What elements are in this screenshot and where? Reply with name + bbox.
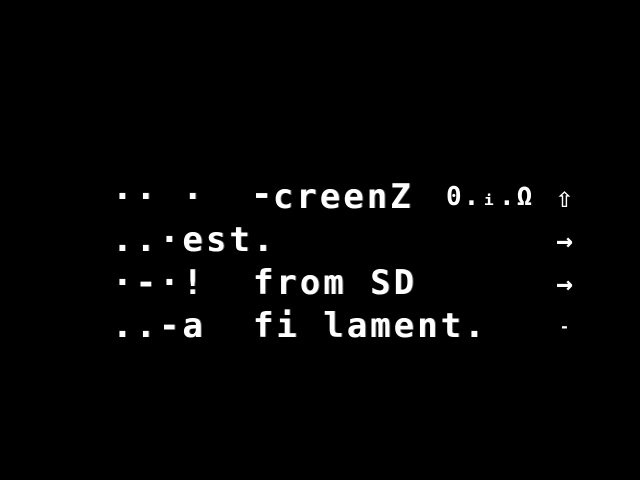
- menu-item-2[interactable]: ·-·! from SD →: [112, 262, 592, 305]
- menu-item-label: ·-·! from SD: [112, 263, 418, 303]
- menu-item-value: 0.ᵢ.Ω: [446, 182, 535, 212]
- up-arrow-icon: ⇧: [556, 181, 576, 214]
- menu-item-label: ..-a fi lament.: [112, 306, 488, 346]
- right-arrow-icon: →: [556, 224, 576, 257]
- right-arrow-icon: →: [556, 267, 576, 300]
- menu-item-label: ..·est.: [112, 220, 277, 260]
- menu-item-0[interactable]: ·· · ⁃creenZ 0.ᵢ.Ω ⇧: [112, 176, 592, 219]
- dash-icon: -: [559, 317, 573, 336]
- menu-item-1[interactable]: ..·est. →: [112, 219, 592, 262]
- menu-item-3[interactable]: ..-a fi lament. -: [112, 305, 592, 348]
- menu-item-label: ·· · ⁃creenZ: [112, 177, 414, 217]
- lcd-screen: ·· · ⁃creenZ 0.ᵢ.Ω ⇧ ..·est. → ·-·! from…: [0, 0, 640, 480]
- printer-menu: ·· · ⁃creenZ 0.ᵢ.Ω ⇧ ..·est. → ·-·! from…: [112, 176, 592, 348]
